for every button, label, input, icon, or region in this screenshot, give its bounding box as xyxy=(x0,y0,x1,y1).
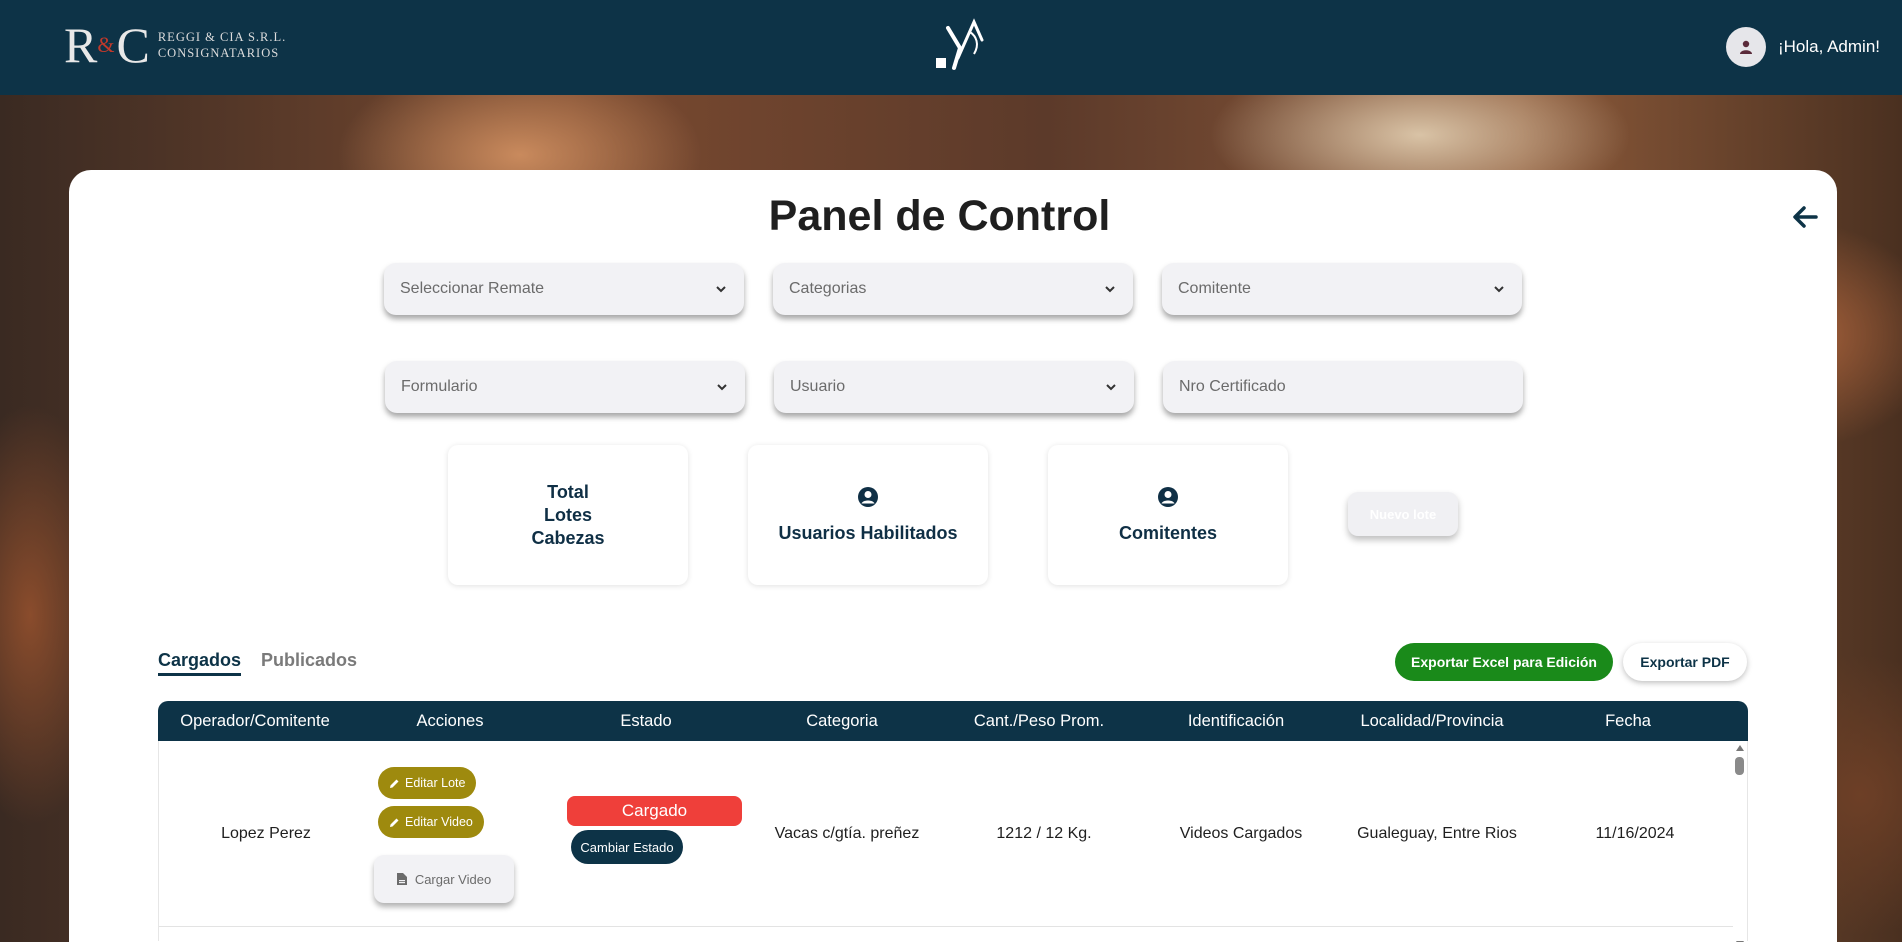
column-header: Estado xyxy=(620,711,672,730)
user-circle-icon xyxy=(1158,486,1178,507)
editar-lote-button[interactable]: Editar Lote xyxy=(378,767,477,799)
tab-cargados[interactable]: Cargados xyxy=(158,650,242,676)
comitente-select[interactable]: Comitente xyxy=(1162,263,1522,315)
remate-select[interactable]: Seleccionar Remate xyxy=(384,263,744,315)
page-title: Panel de Control xyxy=(768,192,1111,240)
remate-select-placeholder: Seleccionar Remate xyxy=(400,280,545,297)
arrow-left-icon[interactable] xyxy=(1790,202,1820,232)
editar-video-button[interactable]: Editar Video xyxy=(378,806,484,838)
greeting-text: ¡Hola, Admin! xyxy=(1777,37,1880,56)
table-header: Operador/Comitente Acciones Estado Categ… xyxy=(158,701,1748,741)
column-header: Acciones xyxy=(416,711,484,730)
cant-peso-cell: 1212 / 12 Kg. xyxy=(996,825,1092,842)
nuevo-lote-button[interactable]: Nuevo lote xyxy=(1348,492,1458,536)
brand-text: REGGI & CIA S.R.L. CONSIGNATARIOS xyxy=(158,29,286,61)
scroll-thumb[interactable] xyxy=(1735,757,1744,775)
comitente-select-placeholder: Comitente xyxy=(1178,280,1251,297)
brand-line-2: CONSIGNATARIOS xyxy=(157,46,280,60)
brand-mark-r: R xyxy=(64,17,97,73)
certificado-input[interactable]: Nro Certificado xyxy=(1163,361,1523,413)
column-header: Operador/Comitente xyxy=(180,711,330,730)
status-tabs: Cargados Publicados xyxy=(158,650,357,676)
cambiar-estado-button[interactable]: Cambiar Estado xyxy=(571,830,683,864)
tab-publicados[interactable]: Publicados xyxy=(261,650,357,676)
editar-video-label: Editar Video xyxy=(405,815,473,829)
column-header: Cant./Peso Prom. xyxy=(973,711,1105,730)
chevron-down-icon xyxy=(717,384,727,391)
usuario-select-placeholder: Usuario xyxy=(790,378,846,395)
usuarios-habilitados-card[interactable]: Usuarios Habilitados xyxy=(748,445,988,585)
brand-line-1: REGGI & CIA S.R.L. xyxy=(157,30,287,44)
lotes-table: Operador/Comitente Acciones Estado Categ… xyxy=(158,701,1748,942)
cargar-video-label: Cargar Video xyxy=(414,871,492,887)
comitentes-label: Comitentes xyxy=(1118,522,1217,543)
top-navigation-bar: R & C REGGI & CIA S.R.L. CONSIGNATARIOS … xyxy=(0,0,1902,95)
chevron-down-icon xyxy=(1105,286,1115,293)
brand-logo[interactable]: R & C REGGI & CIA S.R.L. CONSIGNATARIOS xyxy=(64,20,286,70)
cargar-video-button[interactable]: Cargar Video xyxy=(374,855,514,903)
editar-lote-label: Editar Lote xyxy=(405,776,466,790)
categoria-cell: Vacas c/gtía. preñez xyxy=(774,825,920,842)
formulario-select-placeholder: Formulario xyxy=(401,378,478,395)
total-label: Total xyxy=(547,481,589,502)
localidad-cell: Gualeguay, Entre Rios xyxy=(1357,825,1517,842)
identificacion-cell: Videos Cargados xyxy=(1179,825,1303,842)
main-panel: Panel de Control Seleccionar Remate Cate… xyxy=(69,170,1837,942)
user-circle-icon xyxy=(858,486,878,507)
user-menu[interactable]: ¡Hola, Admin! xyxy=(1725,27,1880,67)
chevron-down-icon xyxy=(1106,384,1116,391)
pencil-icon xyxy=(390,818,399,827)
export-excel-button[interactable]: Exportar Excel para Edición xyxy=(1395,643,1613,681)
total-lotes-card: Total Lotes Cabezas xyxy=(448,445,688,585)
user-avatar-icon[interactable] xyxy=(1725,27,1766,67)
lotes-label: Lotes xyxy=(543,504,592,525)
brand-y-logo-icon[interactable] xyxy=(934,18,994,74)
table-body: Lopez Perez Editar Lote Editar Video Car… xyxy=(158,741,1748,942)
pencil-icon xyxy=(390,779,399,788)
chevron-down-icon xyxy=(716,286,726,293)
comitentes-card[interactable]: Comitentes xyxy=(1048,445,1288,585)
person-icon xyxy=(1739,40,1752,54)
formulario-select[interactable]: Formulario xyxy=(385,361,745,413)
file-icon xyxy=(396,873,407,885)
column-header: Localidad/Provincia xyxy=(1360,711,1504,730)
usuarios-habilitados-label: Usuarios Habilitados xyxy=(778,522,958,543)
brand-mark-amp: & xyxy=(97,32,115,57)
scroll-up-icon[interactable] xyxy=(1736,745,1744,751)
fecha-cell: 11/16/2024 xyxy=(1595,825,1675,842)
chevron-down-icon xyxy=(1494,286,1504,293)
column-header: Fecha xyxy=(1605,711,1651,730)
table-row: Lopez Perez Editar Lote Editar Video Car… xyxy=(159,741,1735,927)
usuario-select[interactable]: Usuario xyxy=(774,361,1134,413)
column-header: Identificación xyxy=(1187,711,1285,730)
categorias-select[interactable]: Categorias xyxy=(773,263,1133,315)
column-header: Categoria xyxy=(806,711,878,730)
categorias-select-placeholder: Categorias xyxy=(789,280,867,297)
brand-mark-c: C xyxy=(116,17,149,73)
status-badge: Cargado xyxy=(567,796,742,826)
certificado-input-placeholder: Nro Certificado xyxy=(1179,378,1286,395)
operador-cell: Lopez Perez xyxy=(221,825,311,842)
table-scrollbar[interactable] xyxy=(1733,741,1747,942)
cabezas-label: Cabezas xyxy=(531,527,605,548)
export-pdf-button[interactable]: Exportar PDF xyxy=(1623,643,1747,681)
